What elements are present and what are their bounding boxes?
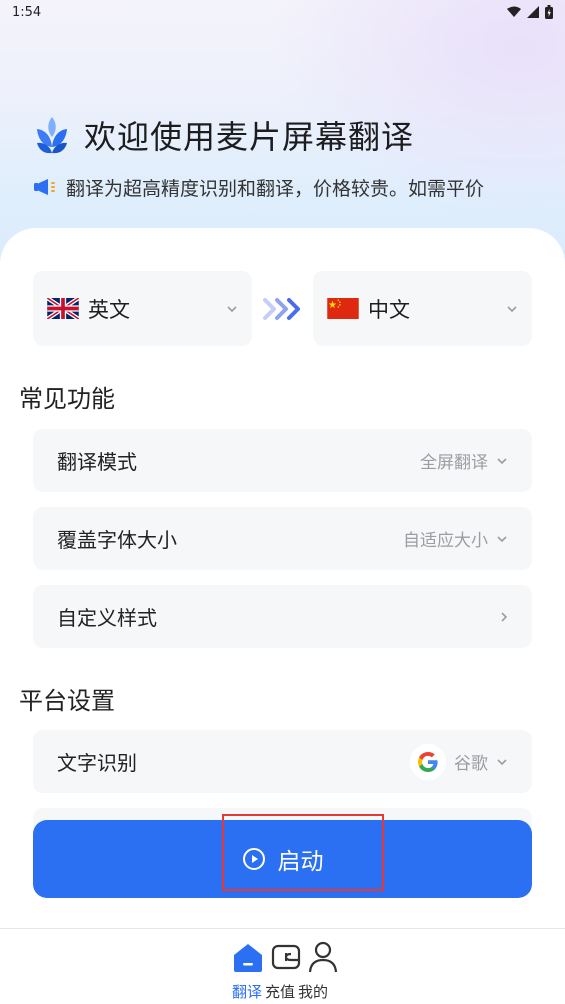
notice-marquee[interactable]: 翻译为超高精度识别和翻译，价格较贵。如需平价 <box>34 172 534 202</box>
row-value-text: 谷歌 <box>454 754 488 774</box>
tab-profile-icon[interactable] <box>308 941 338 973</box>
google-icon <box>410 743 446 780</box>
cn-flag-icon <box>327 298 359 319</box>
tab-icons <box>232 941 338 973</box>
chevron-down-icon <box>497 457 507 464</box>
welcome-header: 欢迎使用麦片屏幕翻译 <box>34 112 414 158</box>
row-translate-mode[interactable]: 翻译模式 全屏翻译 <box>33 429 532 492</box>
row-label: 自定义样式 <box>57 606 157 630</box>
row-label: 文字识别 <box>57 751 137 775</box>
app-logo-icon <box>37 117 67 154</box>
source-language-label: 英文 <box>88 297 130 322</box>
tab-recharge-icon[interactable] <box>271 942 301 972</box>
target-language-label: 中文 <box>368 297 410 322</box>
row-value: 全屏翻译 <box>420 448 508 473</box>
bottom-tab-bar: 翻译 充值 我的 <box>0 928 565 1004</box>
start-button-label: 启动 <box>277 848 324 874</box>
tab-recharge-label[interactable]: 充值 <box>265 981 295 1002</box>
row-text-recognition[interactable]: 文字识别 谷歌 <box>33 730 532 793</box>
signal-icon <box>527 6 539 18</box>
status-icons <box>507 5 553 19</box>
welcome-title: 欢迎使用麦片屏幕翻译 <box>84 118 415 156</box>
tab-translate-label[interactable]: 翻译 <box>232 981 262 1002</box>
row-value: 谷歌 <box>410 743 508 780</box>
section-title-platform: 平台设置 <box>19 687 115 715</box>
row-label: 翻译模式 <box>57 450 137 474</box>
battery-icon <box>545 5 553 19</box>
source-language-selector[interactable]: 英文 <box>33 271 252 346</box>
row-custom-style[interactable]: 自定义样式 <box>33 585 532 648</box>
status-time: 1:54 <box>12 4 42 20</box>
swap-arrows-icon[interactable] <box>262 296 304 322</box>
chevron-down-icon <box>227 305 237 312</box>
row-font-size[interactable]: 覆盖字体大小 自适应大小 <box>33 507 532 570</box>
uk-flag-icon <box>47 298 79 319</box>
chevron-down-icon <box>507 305 517 312</box>
row-label: 覆盖字体大小 <box>57 528 177 552</box>
start-button[interactable]: 启动 <box>33 820 532 898</box>
target-language-selector[interactable]: 中文 <box>313 271 532 346</box>
chevron-right-icon <box>501 611 508 622</box>
play-circle-icon <box>242 848 265 870</box>
chevron-down-icon <box>497 758 507 765</box>
chevron-down-icon <box>497 535 507 542</box>
section-title-common: 常见功能 <box>19 385 115 413</box>
tab-profile-label[interactable]: 我的 <box>298 981 328 1002</box>
wifi-icon <box>507 6 521 17</box>
row-value-text: 自适应大小 <box>403 531 488 551</box>
megaphone-icon <box>34 179 55 195</box>
status-bar: 1:54 <box>0 0 565 24</box>
tab-labels: 翻译 充值 我的 <box>232 981 328 1002</box>
row-value-text: 全屏翻译 <box>420 453 488 473</box>
row-value: 自适应大小 <box>403 526 508 551</box>
tab-translate-icon[interactable] <box>232 941 264 973</box>
notice-text: 翻译为超高精度识别和翻译，价格较贵。如需平价 <box>66 177 485 200</box>
